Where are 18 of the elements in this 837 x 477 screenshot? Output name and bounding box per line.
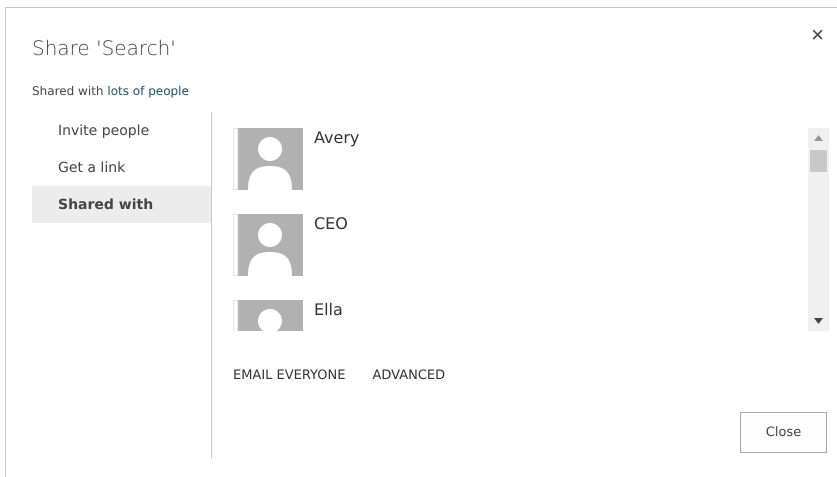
dialog-title: Share 'Search' [32,36,177,60]
people-link[interactable]: lots of people [107,84,189,98]
shared-with-text: Shared with lots of people [32,84,190,98]
avatar-icon [233,128,303,190]
action-link[interactable]: ADVANCED [372,368,446,383]
nav-item[interactable]: Invite people [32,112,211,149]
nav-item[interactable]: Shared with [32,186,211,223]
person-name: Avery [314,128,360,147]
person-name: Ella [314,300,343,319]
avatar-icon [233,214,303,276]
scroll-down-icon[interactable] [814,318,823,324]
scrollbar[interactable] [808,128,829,331]
person-name: CEO [314,214,348,233]
scroll-thumb[interactable] [810,150,827,172]
nav-item[interactable]: Get a link [32,149,211,186]
close-button[interactable]: Close [740,412,827,453]
action-link[interactable]: EMAIL EVERYONE [233,368,346,383]
scroll-up-icon[interactable] [814,135,823,141]
